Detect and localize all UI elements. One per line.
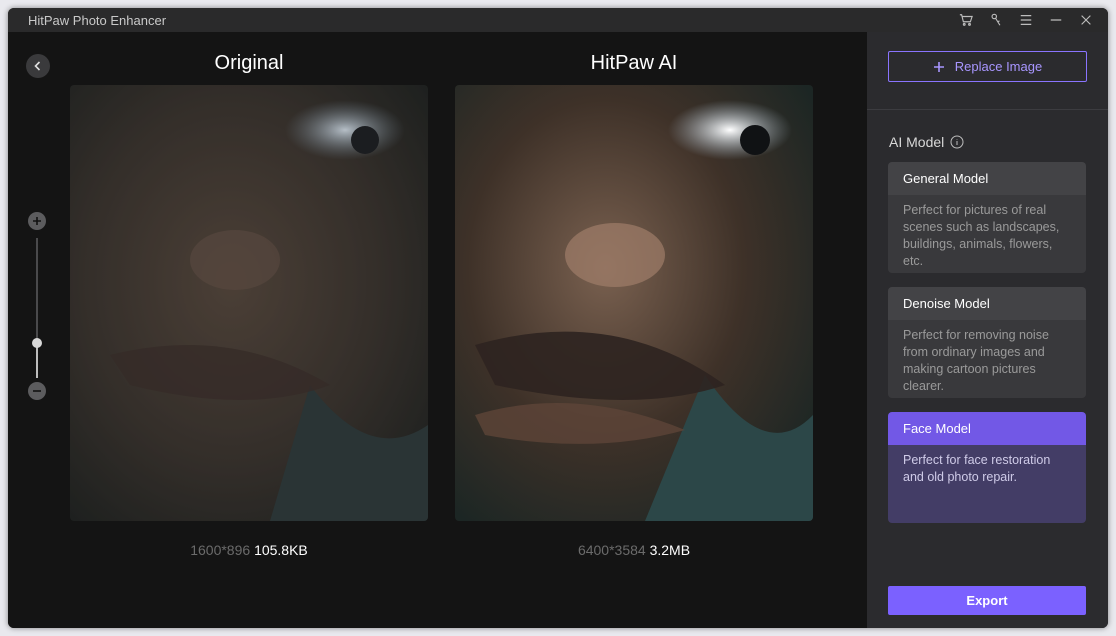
close-icon[interactable] <box>1078 12 1094 28</box>
model-card-general[interactable]: General Model Perfect for pictures of re… <box>888 162 1086 273</box>
preview-area: Original 1600*896 105.8KB HitPaw AI 6400… <box>8 32 867 628</box>
model-name: General Model <box>888 162 1086 195</box>
model-name: Denoise Model <box>888 287 1086 320</box>
model-name: Face Model <box>888 412 1086 445</box>
minus-icon <box>33 390 41 392</box>
zoom-out-button[interactable] <box>28 382 46 400</box>
back-button[interactable] <box>26 54 50 78</box>
zoom-slider[interactable] <box>28 212 46 402</box>
enhanced-image <box>455 85 813 521</box>
export-button[interactable]: Export <box>888 586 1086 615</box>
sidebar-header: Replace Image <box>867 32 1108 110</box>
titlebar: HitPaw Photo Enhancer <box>8 8 1108 32</box>
menu-icon[interactable] <box>1018 12 1034 28</box>
enhanced-size: 3.2MB <box>649 542 691 558</box>
model-card-denoise[interactable]: Denoise Model Perfect for removing noise… <box>888 287 1086 398</box>
zoom-fill <box>36 343 38 378</box>
minimize-icon[interactable] <box>1048 12 1064 28</box>
enhanced-info: 6400*3584 3.2MB <box>455 542 813 558</box>
info-icon[interactable] <box>950 135 964 149</box>
model-description: Perfect for face restoration and old pho… <box>888 445 1086 523</box>
ai-model-heading: AI Model <box>889 134 964 150</box>
original-image <box>70 85 428 521</box>
original-info: 1600*896 105.8KB <box>70 542 428 558</box>
chevron-left-icon <box>34 61 41 71</box>
original-dimensions: 1600*896 <box>190 542 251 558</box>
model-description: Perfect for pictures of real scenes such… <box>888 195 1086 273</box>
key-icon[interactable] <box>988 12 1004 28</box>
ai-model-label: AI Model <box>889 134 945 150</box>
original-title: Original <box>214 52 284 74</box>
enhanced-dimensions: 6400*3584 <box>577 542 646 558</box>
enhanced-title: HitPaw AI <box>590 52 678 74</box>
replace-image-button[interactable]: Replace Image <box>888 51 1087 82</box>
replace-image-label: Replace Image <box>954 59 1043 74</box>
model-card-face[interactable]: Face Model Perfect for face restoration … <box>888 412 1086 523</box>
titlebar-controls <box>958 12 1094 28</box>
app-title: HitPaw Photo Enhancer <box>28 13 167 28</box>
zoom-thumb[interactable] <box>32 338 42 348</box>
plus-icon <box>933 61 944 72</box>
sidebar: Replace Image AI Model General Model Per… <box>867 32 1108 628</box>
plus-icon <box>33 217 41 225</box>
model-description: Perfect for removing noise from ordinary… <box>888 320 1086 398</box>
zoom-in-button[interactable] <box>28 212 46 230</box>
cart-icon[interactable] <box>958 12 974 28</box>
original-size: 105.8KB <box>254 542 308 558</box>
app-window: HitPaw Photo Enhancer Original 1600*896 … <box>8 8 1108 628</box>
